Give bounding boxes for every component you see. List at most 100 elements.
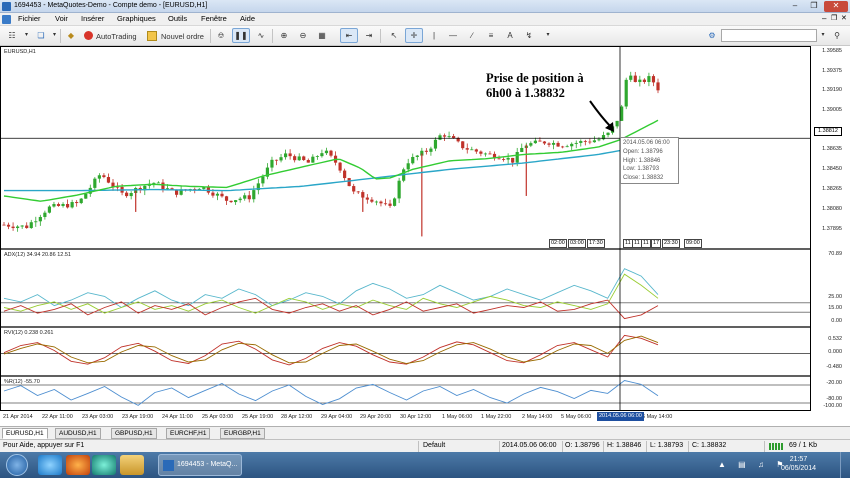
candle-body: [479, 151, 483, 154]
cursor-icon[interactable]: ↖: [386, 28, 402, 43]
zoom-in-icon[interactable]: ⊕: [276, 28, 292, 43]
metatrader-task-icon: [163, 460, 174, 471]
system-clock[interactable]: 21:57 06/05/2014: [781, 455, 816, 473]
close-icon[interactable]: ✕: [824, 1, 848, 12]
adx-label: ADX(12) 34.94 20.86 12.51: [4, 252, 71, 258]
internet-explorer-icon[interactable]: [38, 455, 62, 475]
vertical-line-icon[interactable]: |: [426, 28, 442, 43]
candle-body: [579, 141, 583, 143]
tab-eurchf[interactable]: EURCHF,H1: [166, 428, 211, 439]
market-watch-icon[interactable]: ◆: [63, 28, 79, 43]
zoom-out-icon[interactable]: ⊖: [295, 28, 311, 43]
price-tick: 1.39375: [822, 68, 842, 74]
tab-gbpusd[interactable]: GBPUSD,H1: [111, 428, 157, 439]
window-title: 1694453 - MetaQuotes-Demo - Compte demo …: [14, 2, 208, 9]
profiles-icon[interactable]: ❏: [33, 28, 49, 43]
candle-body: [601, 135, 606, 140]
title-bar: 1694453 - MetaQuotes-Demo - Compte demo …: [0, 0, 850, 13]
candlestick-chart-icon[interactable]: ❚❚: [232, 28, 250, 43]
objects-dropdown-icon[interactable]: ▾: [540, 28, 556, 43]
start-button-icon[interactable]: [6, 454, 28, 476]
candle-body: [474, 149, 478, 152]
community-icon[interactable]: ⚙: [705, 28, 719, 43]
time-tick: 21 Apr 2014: [3, 414, 33, 420]
search-input[interactable]: [721, 29, 817, 42]
profiles-dropdown-icon[interactable]: ▾: [50, 28, 59, 43]
search-icon[interactable]: ⚲: [830, 28, 844, 43]
metatrader-task-button[interactable]: 1694453 - MetaQ...: [158, 454, 242, 476]
new-chart-icon[interactable]: ☷: [4, 28, 20, 43]
candle-body: [61, 203, 65, 206]
status-close: C: 1.38832: [692, 442, 727, 449]
candle-body: [306, 160, 310, 163]
tab-eurusd[interactable]: EURUSD,H1: [2, 428, 48, 439]
tab-eurgbp[interactable]: EURGBP,H1: [220, 428, 265, 439]
bar-chart-icon[interactable]: ⎊: [213, 28, 229, 43]
chart-area[interactable]: EURUSD,H1 1.39585 1.39375 1.39190 1.3900…: [0, 46, 850, 426]
tray-network-icon[interactable]: ▤: [738, 460, 746, 469]
crosshair-icon[interactable]: ✛: [405, 28, 423, 43]
candle-body: [324, 150, 329, 154]
time-tick: 1 May 22:00: [481, 414, 512, 420]
fibonacci-icon[interactable]: ≡: [483, 28, 499, 43]
trendline-icon[interactable]: ∕: [464, 28, 480, 43]
tray-volume-icon[interactable]: ♫: [758, 460, 764, 469]
show-desktop-button[interactable]: [840, 452, 850, 478]
candle-body: [442, 135, 447, 137]
arrows-icon[interactable]: ↯: [521, 28, 537, 43]
candle-body: [34, 221, 38, 223]
candle-body: [2, 224, 6, 226]
cursor-time-tag: 2014.05.06 06:00: [597, 412, 644, 421]
menu-voir[interactable]: Voir: [55, 14, 68, 23]
tray-arrow-icon[interactable]: ▲: [718, 460, 726, 469]
status-separator: [562, 441, 563, 452]
horizontal-line-icon[interactable]: —: [445, 28, 461, 43]
session-marker: 17: [651, 239, 662, 248]
candle-body: [397, 180, 401, 199]
menu-inserer[interactable]: Insérer: [81, 14, 104, 23]
menu-fenetre[interactable]: Fenêtre: [201, 14, 227, 23]
candle-body: [456, 138, 460, 142]
autotrading-button[interactable]: AutoTrading: [81, 28, 141, 43]
chart-window-icon[interactable]: [2, 15, 11, 24]
text-icon[interactable]: A: [502, 28, 518, 43]
candle-body: [501, 159, 506, 160]
app-launcher-icon[interactable]: [92, 455, 116, 475]
minimize-icon[interactable]: –: [786, 1, 804, 12]
candle-body: [283, 153, 288, 158]
candle-body: [438, 135, 442, 140]
menu-outils[interactable]: Outils: [168, 14, 187, 23]
child-minimize-icon[interactable]: –: [822, 14, 826, 23]
candle-body: [47, 206, 52, 213]
child-restore-icon[interactable]: ❐: [831, 14, 837, 22]
auto-scroll-icon[interactable]: ⇤: [340, 28, 358, 43]
windows-taskbar: 1694453 - MetaQ... ▲ ▤ ♫ ⚑ 21:57 06/05/2…: [0, 452, 850, 478]
candle-body: [56, 204, 61, 206]
search-dropdown-icon[interactable]: ▾: [818, 28, 828, 43]
new-chart-dropdown-icon[interactable]: ▾: [22, 28, 31, 43]
ema-fast-line: [3, 119, 659, 202]
annotation-arrow: [589, 100, 613, 129]
candle-body: [597, 139, 601, 141]
metatrader-window: 1694453 - MetaQuotes-Demo - Compte demo …: [0, 0, 850, 478]
wpr-tick: -20.00: [826, 380, 842, 386]
tile-windows-icon[interactable]: ▦: [314, 28, 330, 43]
status-separator: [499, 441, 500, 452]
firefox-icon[interactable]: [66, 455, 90, 475]
menu-graphiques[interactable]: Graphiques: [117, 14, 156, 23]
new-order-button[interactable]: Nouvel ordre: [144, 28, 207, 43]
tab-audusd[interactable]: AUDUSD,H1: [55, 428, 101, 439]
file-explorer-icon[interactable]: [120, 455, 144, 475]
price-tick: 1.39005: [822, 107, 842, 113]
restore-icon[interactable]: ❐: [805, 1, 823, 12]
menu-aide[interactable]: Aide: [240, 14, 255, 23]
candle-body: [529, 143, 533, 146]
chart-canvas[interactable]: [0, 46, 850, 426]
toolbar-separator: [380, 29, 381, 43]
menu-fichier[interactable]: Fichier: [18, 14, 41, 23]
candle-body: [247, 195, 251, 200]
chart-shift-icon[interactable]: ⇥: [362, 28, 376, 43]
line-chart-icon[interactable]: ∿: [253, 28, 269, 43]
child-close-icon[interactable]: ✕: [841, 14, 847, 22]
candle-body: [288, 153, 292, 157]
